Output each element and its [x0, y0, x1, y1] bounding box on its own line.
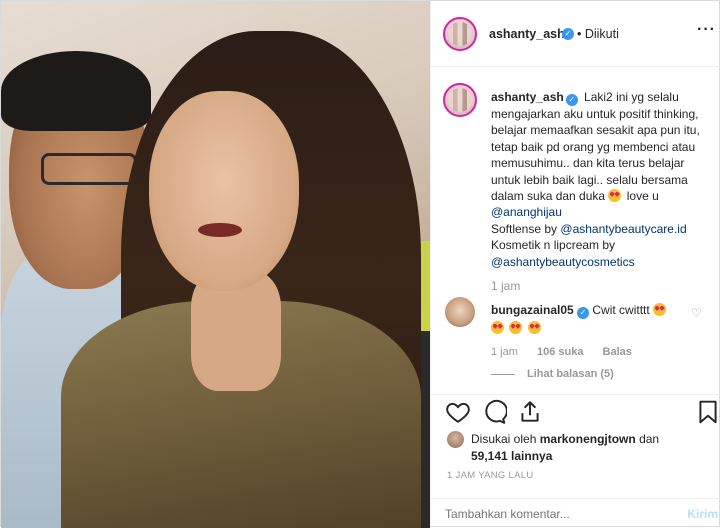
instagram-post: ashanty_ash ✓ • Diikuti ··· ashanty_ash ✓…: [0, 0, 720, 528]
comment-icon[interactable]: [481, 399, 507, 425]
post-header: ashanty_ash ✓ • Diikuti ···: [431, 1, 720, 67]
photo-man-hair: [1, 51, 151, 131]
author-username[interactable]: ashanty_ash: [489, 27, 565, 41]
comment-verified-badge-icon: ✓: [577, 307, 590, 319]
comment-text: Cwit cwitttt: [592, 303, 650, 317]
comment-timestamp[interactable]: 1 jam: [491, 346, 518, 358]
comment-reply-button[interactable]: Balas: [603, 346, 632, 358]
heart-eyes-emoji-icon: [509, 321, 523, 334]
comment-item: bungazainal05 ✓ Cwit cwitttt: [491, 301, 691, 337]
caption-author-avatar[interactable]: [443, 83, 477, 117]
add-comment-row: Kirim: [431, 498, 720, 528]
caption-love-text: love u: [626, 189, 659, 204]
mention-link-ananghijau[interactable]: @ananghijau: [491, 205, 562, 219]
verified-badge-icon: ✓: [562, 28, 574, 40]
share-icon[interactable]: [517, 399, 543, 425]
likes-joiner: dan: [639, 432, 660, 446]
mention-link-ashantybeautycosmetics[interactable]: @ashantybeautycosmetics: [491, 255, 635, 269]
comment-likes-count[interactable]: 106 suka: [537, 346, 583, 358]
bookmark-icon[interactable]: [695, 399, 720, 425]
follow-status[interactable]: • Diikuti: [577, 27, 619, 41]
more-dots-icon[interactable]: ···: [697, 21, 716, 39]
comment-username[interactable]: bungazainal05: [491, 303, 574, 317]
post-timestamp[interactable]: 1 JAM YANG LALU: [447, 470, 534, 481]
heart-icon[interactable]: [445, 399, 471, 425]
post-details-panel: ashanty_ash ✓ • Diikuti ··· ashanty_ash ✓…: [430, 1, 720, 528]
heart-eyes-emoji-icon: [608, 189, 622, 203]
post-comment-button[interactable]: Kirim: [687, 507, 718, 521]
liker-avatar[interactable]: [447, 431, 464, 448]
heart-eyes-emoji-icon: [653, 303, 667, 316]
add-comment-input[interactable]: [445, 507, 645, 521]
post-photo[interactable]: [1, 1, 430, 528]
mention-link-ashantybeautycare[interactable]: @ashantybeautycare.id: [560, 222, 686, 236]
photo-woman-lips: [198, 223, 242, 237]
liker-username[interactable]: markonengjtown: [540, 432, 636, 446]
likes-count-button[interactable]: 59,141 lainnya: [471, 449, 552, 463]
view-replies-label: Lihat balasan (5): [527, 368, 614, 380]
caption-text: Laki2 ini yg selalu mengajarkan aku untu…: [491, 90, 700, 204]
heart-eyes-emoji-icon: [491, 321, 504, 334]
commenter-avatar[interactable]: [445, 297, 475, 327]
comment-like-heart-icon[interactable]: ♡: [691, 306, 702, 320]
likes-prefix: Disukai oleh: [471, 432, 537, 446]
caption-softlense-text: Softlense by: [491, 221, 558, 236]
caption-username[interactable]: ashanty_ash: [491, 90, 564, 104]
photo-man-glasses: [41, 153, 137, 185]
author-avatar[interactable]: [443, 17, 477, 51]
actions-divider: [431, 394, 720, 395]
photo-woman-face: [149, 91, 299, 291]
caption-verified-badge-icon: ✓: [565, 94, 578, 106]
replies-divider: [491, 373, 515, 375]
view-replies-button[interactable]: Lihat balasan (5): [491, 368, 614, 380]
caption-kosmetik-text: Kosmetik n lipcream by: [491, 238, 616, 253]
heart-eyes-emoji-icon: [527, 321, 541, 334]
likes-summary: Disukai oleh markonengjtown dan 59,141 l…: [471, 431, 711, 465]
post-caption: ashanty_ash ✓ Laki2 ini yg selalu mengaja…: [491, 89, 716, 270]
comment-meta: 1 jam 106 suka Balas: [491, 346, 648, 358]
caption-timestamp[interactable]: 1 jam: [491, 279, 520, 293]
